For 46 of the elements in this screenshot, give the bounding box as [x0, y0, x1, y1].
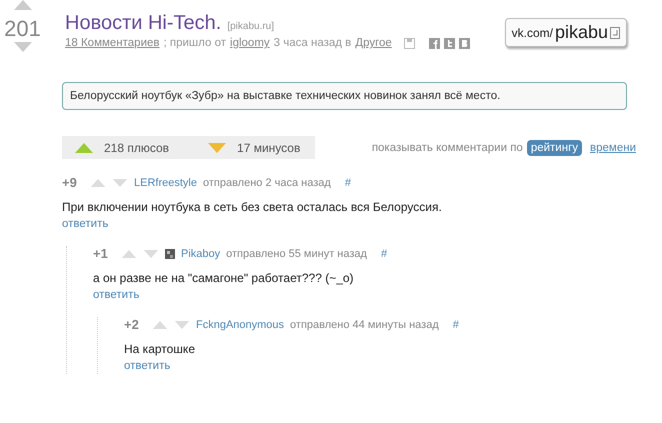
sort-option[interactable]: рейтингу [526, 140, 582, 156]
reply-link[interactable]: ответить [93, 289, 140, 301]
upvote-icon[interactable] [121, 250, 137, 258]
comment-meta: отправлено 2 часа назад [202, 176, 331, 188]
reply-link[interactable]: ответить [124, 360, 170, 372]
post-time: 3 часа назад в [274, 37, 352, 49]
downvote-icon[interactable] [112, 178, 128, 186]
author-link[interactable]: LERfreestyle [134, 176, 197, 188]
comment-meta: отправлено 44 минуты назад [290, 318, 439, 330]
post-title[interactable]: Новости Hi-Tech. [65, 12, 222, 35]
author-link[interactable]: igloomy [230, 37, 270, 49]
sort-label: показывать комментарии по [372, 142, 523, 154]
comment-text: На картошке [124, 342, 196, 356]
author-link[interactable]: FckngAnonymous [196, 318, 284, 330]
comment-score: +9 [62, 175, 78, 190]
reply-link[interactable]: ответить [62, 218, 108, 230]
post-description: Белорусский ноутбук «Зубр» на выставке технических новинок занял всё место. [62, 82, 627, 110]
source-domain: [pikabu.ru] [227, 21, 274, 32]
post-score: 201 [4, 16, 41, 42]
minus-count: 17 минусов [237, 140, 300, 154]
vk-badge[interactable]: vk.com/pikabu [504, 18, 627, 47]
comment-score: +2 [124, 317, 140, 332]
anchor-link[interactable]: # [380, 248, 388, 260]
came-from-label: ; пришло от [164, 37, 226, 49]
downvote-icon[interactable] [174, 320, 190, 328]
anchor-link[interactable]: # [344, 176, 351, 188]
sort-option[interactable]: времени [586, 140, 640, 156]
vk-icon[interactable] [458, 38, 470, 48]
save-icon[interactable] [404, 38, 415, 48]
author-link[interactable]: Pikaboy [181, 248, 220, 260]
comment-score: +1 [93, 246, 109, 261]
comment-text: При включении ноутбука в сеть без света осталась вся Белоруссия. [62, 200, 443, 214]
badge-icon [610, 26, 620, 38]
category-link[interactable]: Другое [355, 37, 392, 49]
comment-meta: отправлено 55 минут назад [226, 248, 367, 260]
twitter-icon[interactable] [444, 38, 455, 48]
plus-icon[interactable] [74, 142, 94, 152]
plus-count: 218 плюсов [104, 140, 170, 154]
upvote-icon[interactable] [152, 320, 168, 328]
anchor-link[interactable]: # [452, 318, 459, 330]
downvote-icon[interactable] [143, 250, 159, 258]
facebook-icon[interactable] [428, 38, 440, 48]
comment-text: а он разве не на "самагоне" работает??? (~_o) [93, 271, 355, 285]
minus-icon[interactable] [207, 142, 228, 152]
upvote-icon[interactable] [90, 178, 106, 186]
comments-link[interactable]: 18 Комментариев [65, 37, 160, 49]
